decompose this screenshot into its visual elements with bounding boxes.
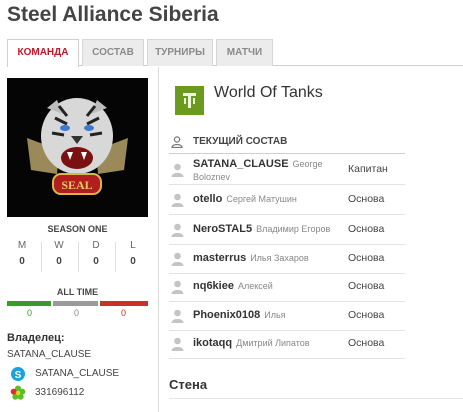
member-nickname-text[interactable]: NeroSTAL5 xyxy=(193,223,252,235)
season-title: SEASON ONE xyxy=(47,224,108,234)
member-role: Основа xyxy=(348,280,385,292)
tab-tournaments[interactable]: ТУРНИРЫ xyxy=(147,39,213,66)
roster-header: ТЕКУЩИЙ СОСТАВ xyxy=(169,132,405,154)
member-nickname[interactable]: NeroSTAL5 Владимир Егоров xyxy=(193,223,330,235)
team-title: Steel Alliance Siberia xyxy=(7,3,219,26)
logo-emblem-text: SEAL xyxy=(61,178,92,192)
win-bar xyxy=(7,301,51,306)
member-nickname-text[interactable]: Phoenix0108 xyxy=(193,309,260,321)
stat-label: L xyxy=(130,240,136,251)
member-role: Основа xyxy=(348,193,385,205)
member-nickname-text[interactable]: masterrus xyxy=(193,252,246,264)
game-title[interactable]: World Of Tanks xyxy=(214,84,323,102)
avatar-placeholder-icon xyxy=(171,163,184,177)
season-stats: M 0 W 0 D 0 L 0 xyxy=(7,240,148,274)
win-count: 0 xyxy=(26,308,32,318)
roster-member-row: Phoenix0108 Илья Основа xyxy=(169,301,405,331)
member-nickname[interactable]: Phoenix0108 Илья xyxy=(193,309,286,321)
team-roster-icon xyxy=(171,135,183,149)
member-nickname[interactable]: SATANA_CLAUSE George Boloznev xyxy=(193,158,343,184)
member-role: Основа xyxy=(348,309,385,321)
team-logo: SEAL xyxy=(7,78,148,217)
member-nickname[interactable]: otello Сергей Матушин xyxy=(193,193,297,205)
stat-label: W xyxy=(54,240,64,251)
member-real-name: Илья Захаров xyxy=(250,253,309,263)
roster-member-row: SATANA_CLAUSE George Boloznev Капитан xyxy=(169,155,405,185)
member-real-name: Дмитрий Липатов xyxy=(236,338,310,348)
member-nickname[interactable]: masterrus Илья Захаров xyxy=(193,252,309,264)
draw-bar xyxy=(53,301,98,306)
tab-team[interactable]: КОМАНДА xyxy=(7,39,79,67)
avatar-placeholder-icon xyxy=(171,252,184,266)
stat-draws: D 0 xyxy=(81,240,111,267)
stat-losses: L 0 xyxy=(118,240,148,267)
wall-title: Стена xyxy=(169,377,208,392)
avatar-placeholder-icon xyxy=(171,193,184,207)
stat-value: 0 xyxy=(93,256,99,267)
roster-member-row: otello Сергей Матушин Основа xyxy=(169,185,405,215)
tab-roster[interactable]: СОСТАВ xyxy=(82,39,144,66)
member-role: Основа xyxy=(348,337,385,349)
stat-value: 0 xyxy=(19,256,25,267)
team-tabs: КОМАНДА СОСТАВ ТУРНИРЫ МАТЧИ xyxy=(7,39,463,67)
stat-divider xyxy=(78,242,79,272)
stat-matches: M 0 xyxy=(7,240,37,267)
member-nickname-text[interactable]: nq6kiee xyxy=(193,280,234,292)
owner-name[interactable]: SATANA_CLAUSE xyxy=(7,349,91,360)
stat-label: M xyxy=(17,240,27,251)
avatar-placeholder-icon xyxy=(171,337,184,351)
stat-value: 0 xyxy=(56,256,62,267)
skype-icon: S xyxy=(10,366,26,382)
draw-count: 0 xyxy=(73,308,79,318)
svg-text:S: S xyxy=(15,370,22,381)
stat-divider xyxy=(115,242,116,272)
member-role: Основа xyxy=(348,223,385,235)
skype-name[interactable]: SATANA_CLAUSE xyxy=(35,368,119,379)
avatar-placeholder-icon xyxy=(171,309,184,323)
icq-number[interactable]: 331696112 xyxy=(35,387,84,398)
wall-divider xyxy=(169,398,463,399)
roster-member-row: NeroSTAL5 Владимир Егоров Основа xyxy=(169,215,405,245)
avatar-placeholder-icon xyxy=(171,223,184,237)
member-role: Капитан xyxy=(348,163,388,175)
stat-value: 0 xyxy=(130,256,136,267)
member-nickname[interactable]: nq6kiee Алексей xyxy=(193,280,273,292)
world-of-tanks-logo-icon xyxy=(175,86,204,115)
member-nickname[interactable]: ikotaqq Дмитрий Липатов xyxy=(193,337,310,349)
member-real-name: Алексей xyxy=(237,281,273,291)
member-nickname-text[interactable]: otello xyxy=(193,193,222,205)
loss-bar xyxy=(100,301,148,306)
roster-member-row: nq6kiee Алексей Основа xyxy=(169,272,405,302)
all-time-title: ALL TIME xyxy=(56,287,99,297)
loss-count: 0 xyxy=(120,308,126,318)
member-nickname-text[interactable]: ikotaqq xyxy=(193,337,232,349)
member-role: Основа xyxy=(348,252,385,264)
avatar-placeholder-icon xyxy=(171,280,184,294)
stat-wins: W 0 xyxy=(44,240,74,267)
member-real-name: Владимир Егоров xyxy=(256,224,331,234)
member-real-name: Сергей Матушин xyxy=(226,194,297,204)
stat-label: D xyxy=(92,240,100,251)
member-nickname-text[interactable]: SATANA_CLAUSE xyxy=(193,158,289,170)
tab-matches[interactable]: МАТЧИ xyxy=(216,39,273,66)
roster-member-row: ikotaqq Дмитрий Липатов Основа xyxy=(169,329,405,359)
member-real-name: Илья xyxy=(264,310,286,320)
roster-member-row: masterrus Илья Захаров Основа xyxy=(169,244,405,274)
roster-title: ТЕКУЩИЙ СОСТАВ xyxy=(193,136,288,147)
stat-divider xyxy=(41,242,42,272)
owner-label: Владелец: xyxy=(7,332,65,344)
column-divider xyxy=(158,67,159,412)
icq-flower-icon xyxy=(10,385,26,401)
